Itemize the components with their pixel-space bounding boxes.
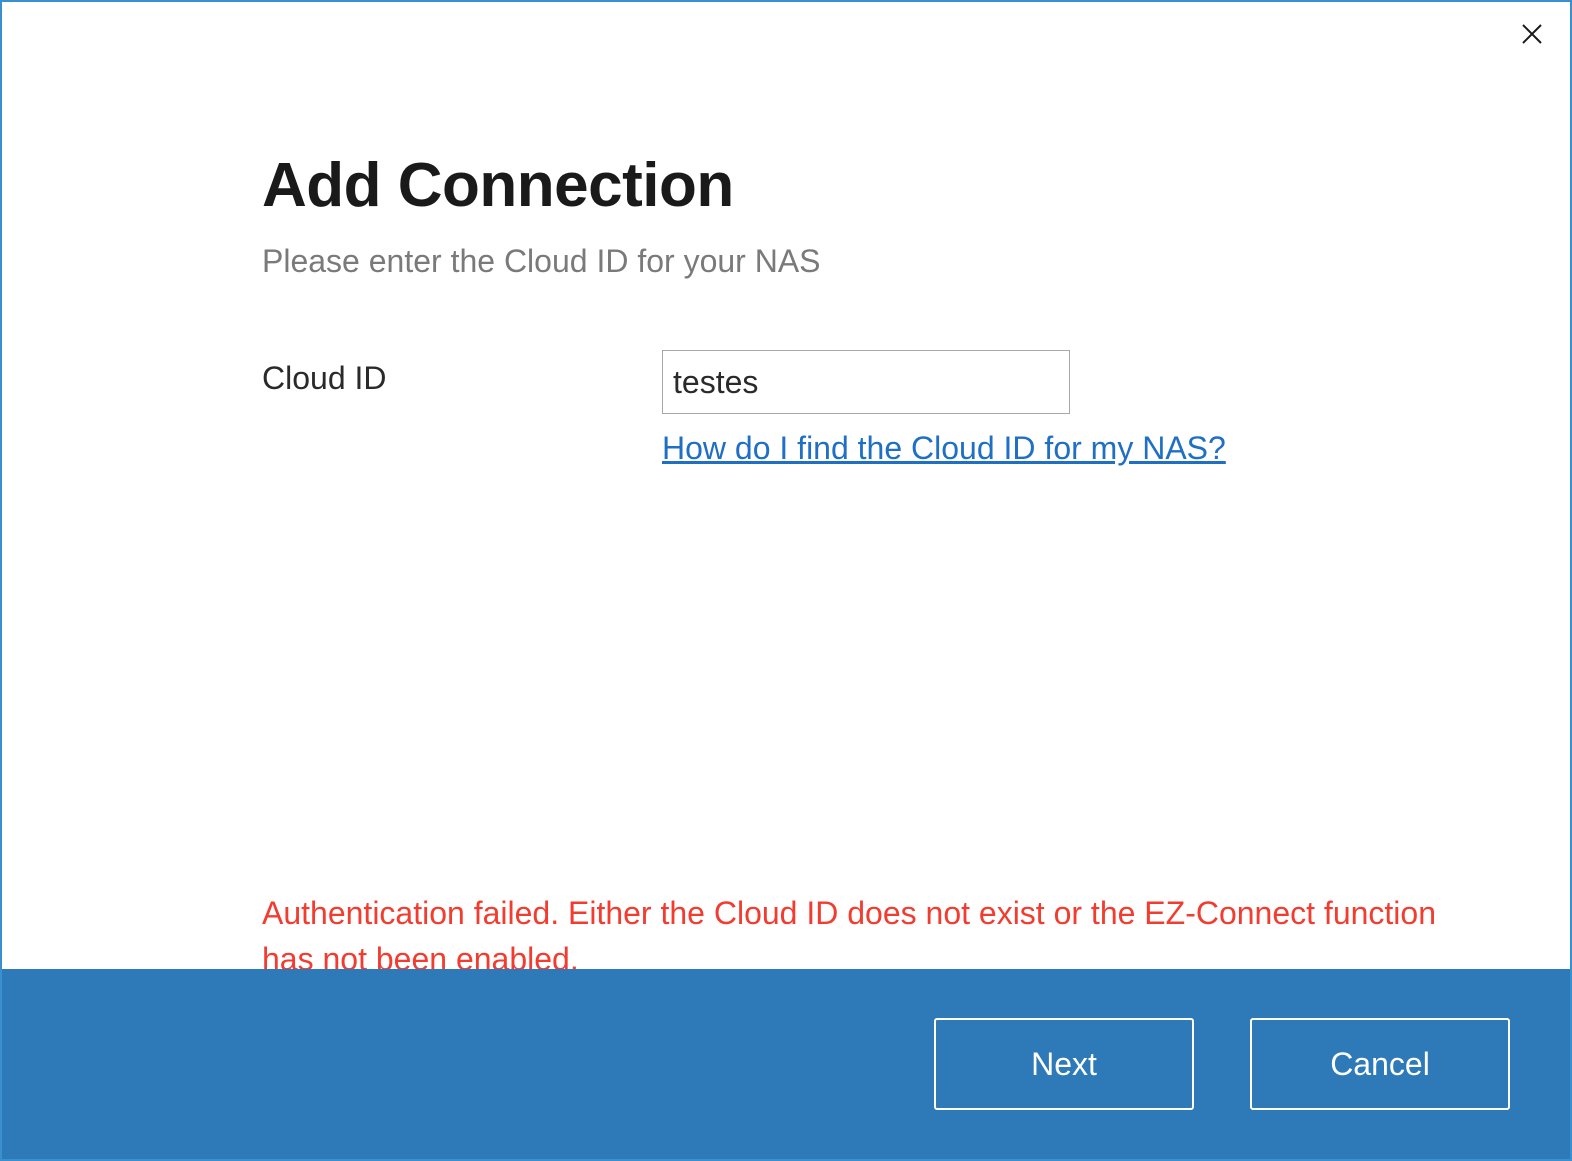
close-icon[interactable]: [1518, 20, 1546, 48]
cloud-id-row: Cloud ID How do I find the Cloud ID for …: [262, 350, 1480, 467]
next-button[interactable]: Next: [934, 1018, 1194, 1110]
cloud-id-label: Cloud ID: [262, 350, 662, 397]
help-link[interactable]: How do I find the Cloud ID for my NAS?: [662, 430, 1226, 467]
dialog-content: Add Connection Please enter the Cloud ID…: [262, 150, 1480, 479]
cloud-id-field-col: How do I find the Cloud ID for my NAS?: [662, 350, 1226, 467]
dialog-footer: Next Cancel: [2, 969, 1570, 1159]
dialog-title: Add Connection: [262, 150, 1480, 221]
cloud-id-input[interactable]: [662, 350, 1070, 414]
cancel-button[interactable]: Cancel: [1250, 1018, 1510, 1110]
dialog-subtitle: Please enter the Cloud ID for your NAS: [262, 243, 1480, 280]
